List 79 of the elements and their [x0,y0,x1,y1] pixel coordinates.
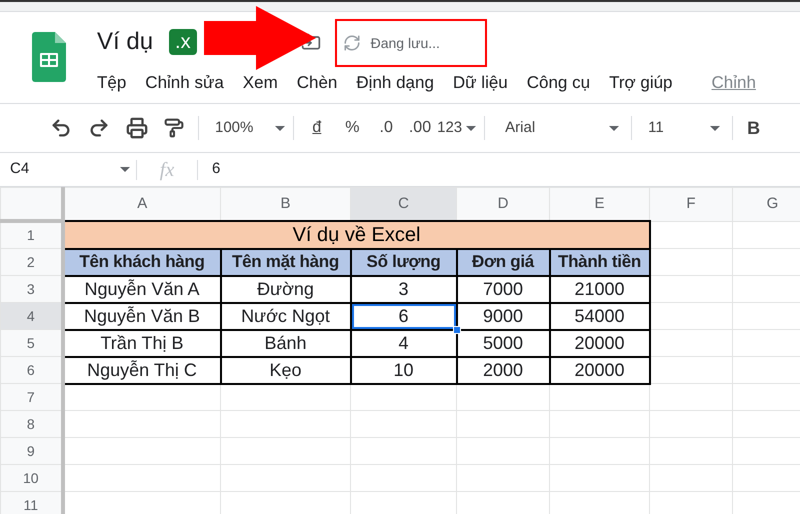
table-cell[interactable]: 20000 [550,330,648,356]
table-cell[interactable]: Kẹo [222,358,350,382]
menu-item[interactable]: Chỉnh sửa [145,70,224,96]
undo-icon [50,117,72,139]
spreadsheet-logo[interactable] [32,32,66,82]
merged-title-cell-text: Ví dụ về Excel [292,222,422,248]
row-header[interactable]: 6 [1,358,60,382]
menu-item[interactable]: Định dạng [356,70,434,96]
table-cell[interactable]: 21000 [550,276,648,302]
column-header[interactable]: D [457,188,549,220]
row-header[interactable]: 11 [1,492,60,514]
print-icon [126,117,148,139]
row-header[interactable]: 10 [1,466,60,490]
column-header[interactable]: A [64,188,220,220]
font-dropdown[interactable]: Arial [493,112,624,144]
table-cell[interactable]: 7000 [458,276,548,302]
column-header[interactable]: F [650,188,732,220]
table-cell[interactable]: Bánh [222,330,350,356]
currency-button[interactable]: đ [306,112,328,144]
bold-button[interactable]: B [741,112,766,144]
header-cell-text: Đơn giá [471,251,536,274]
row-header[interactable]: 7 [1,384,60,410]
row-header[interactable]: 9 [1,438,60,464]
column-header[interactable]: B [221,188,350,220]
zoom-dropdown[interactable]: 100% [207,112,286,144]
menu-item[interactable]: Dữ liệu [452,70,508,96]
caret-icon [609,126,620,130]
caret-icon [120,167,130,172]
table-cell[interactable]: Nước Ngọt [222,304,350,328]
table-cell[interactable]: 5000 [458,330,548,356]
menu-item[interactable]: Trợ giúp [609,70,673,96]
document-title[interactable]: Ví dụ [97,24,154,60]
column-header[interactable]: C [351,188,456,220]
last-edit-link[interactable]: Chỉnh [712,70,756,96]
menu-item[interactable]: Công cụ [526,70,590,96]
table-cell[interactable]: Đường [222,276,350,302]
table-cell[interactable]: 2000 [458,358,548,382]
name-box[interactable]: C4 [0,153,136,186]
redo-icon [88,117,110,139]
header-cell-text: Tên mặt hàng [231,251,340,274]
table-cell[interactable]: 3 [352,276,456,302]
increase-decimals-button[interactable]: .00 [402,112,438,144]
table-cell[interactable]: 54000 [550,304,648,328]
table-cell[interactable]: 6 [352,304,456,328]
row-header[interactable]: 5 [1,330,60,356]
table-cell[interactable]: 10 [352,358,456,382]
table-cell[interactable]: 4 [352,330,456,356]
font-size-dropdown[interactable]: 11 [640,112,724,144]
row-header[interactable]: 2 [1,250,60,274]
column-header[interactable]: G [733,188,800,220]
table-cell[interactable]: Nguyễn Thị C [64,358,220,382]
header-cell-text: Thành tiền [557,251,642,274]
save-status: Đang lưu... [370,34,440,53]
table-cell[interactable]: 9000 [458,304,548,328]
decrease-decimals-button[interactable]: .0 [374,112,399,144]
table-cell[interactable]: Nguyễn Văn B [64,304,220,328]
header-cell-text: Số lượng [366,251,442,274]
menu-item[interactable]: Chèn [296,70,338,96]
table-cell[interactable]: Nguyễn Văn A [64,276,220,302]
menu-item[interactable]: Tệp [97,70,126,96]
caret-icon [710,126,720,130]
formula-input[interactable]: 6 [212,158,800,181]
caret-icon [466,126,476,130]
percent-button[interactable]: % [339,112,366,144]
number-format-dropdown[interactable]: 123 [437,112,476,144]
table-cell[interactable]: 20000 [550,358,648,382]
caret-icon [275,126,286,130]
row-header[interactable]: 4 [1,304,60,328]
table-cell[interactable]: Trần Thị B [64,330,220,356]
row-header[interactable]: 3 [1,276,60,302]
menu-item[interactable]: Xem [242,70,278,96]
file-format-badge: .x [169,29,197,55]
column-header[interactable]: E [550,188,649,220]
sync-icon [342,34,361,52]
row-header[interactable]: 8 [1,412,60,436]
function-label: fx [158,158,176,182]
row-header[interactable]: 1 [1,223,60,248]
header-cell-text: Tên khách hàng [78,251,206,274]
paint-roller-icon [164,118,184,138]
